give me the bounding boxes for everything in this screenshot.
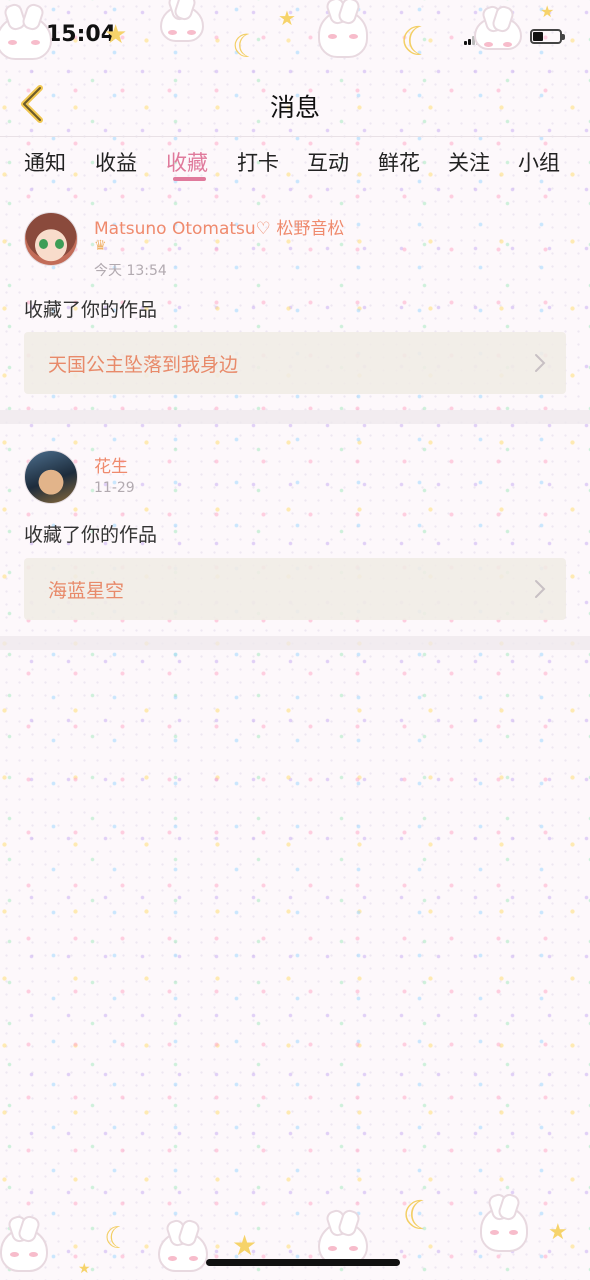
crown-icon: ♛ xyxy=(94,238,107,254)
tab-flowers[interactable]: 鲜花 xyxy=(378,147,420,177)
tab-groups[interactable]: 小组 xyxy=(518,147,560,177)
tab-favorites[interactable]: 收藏 xyxy=(166,147,208,177)
chevron-right-icon xyxy=(535,354,546,372)
home-indicator[interactable] xyxy=(206,1259,400,1266)
bunny-sticker xyxy=(480,1206,528,1252)
nav-bar: 消息 xyxy=(0,70,590,138)
message-time: 今天 13:54 xyxy=(94,263,167,279)
work-title: 天国公主坠落到我身边 xyxy=(48,354,239,376)
tab-bar: 通知 收益 收藏 打卡 互动 鲜花 关注 小组 xyxy=(0,136,590,192)
tab-interactions[interactable]: 互动 xyxy=(307,147,349,177)
tab-checkin[interactable]: 打卡 xyxy=(237,147,279,177)
work-link[interactable]: 海蓝星空 xyxy=(24,558,566,620)
divider xyxy=(0,410,590,424)
active-tab-indicator xyxy=(173,177,206,181)
star-icon: ★ xyxy=(548,1220,568,1245)
message-time: 11-29 xyxy=(94,480,135,496)
work-link[interactable]: 天国公主坠落到我身边 xyxy=(24,332,566,394)
username[interactable]: Matsuno Otomatsu♡ 松野音松 xyxy=(94,214,344,239)
page-title: 消息 xyxy=(269,93,320,122)
avatar[interactable] xyxy=(24,212,78,266)
divider xyxy=(0,636,590,650)
message-item: 花生 11-29 收藏了你的作品 海蓝星空 xyxy=(0,432,590,636)
tab-earnings[interactable]: 收益 xyxy=(95,147,137,177)
avatar[interactable] xyxy=(24,450,78,504)
star-icon: ★ xyxy=(232,1229,258,1262)
tab-following[interactable]: 关注 xyxy=(448,147,490,177)
action-text: 收藏了你的作品 xyxy=(24,524,158,546)
chevron-right-icon xyxy=(535,580,546,598)
moon-icon: ☾ xyxy=(104,1221,131,1256)
status-time: 15:04 xyxy=(46,22,117,47)
status-bar: 15:04 xyxy=(0,0,590,70)
tab-notifications[interactable]: 通知 xyxy=(24,147,66,177)
action-text: 收藏了你的作品 xyxy=(24,299,158,321)
username[interactable]: 花生 xyxy=(94,452,128,477)
signal-icon xyxy=(464,33,480,45)
bunny-sticker xyxy=(0,1228,48,1272)
work-title: 海蓝星空 xyxy=(48,580,125,602)
message-item: Matsuno Otomatsu♡ 松野音松 ♛ 今天 13:54 收藏了你的作… xyxy=(0,194,590,410)
star-icon: ★ xyxy=(78,1261,91,1277)
moon-icon: ☾ xyxy=(402,1193,438,1239)
wifi-icon xyxy=(486,28,506,43)
bunny-sticker xyxy=(158,1232,208,1272)
battery-icon xyxy=(530,29,565,44)
